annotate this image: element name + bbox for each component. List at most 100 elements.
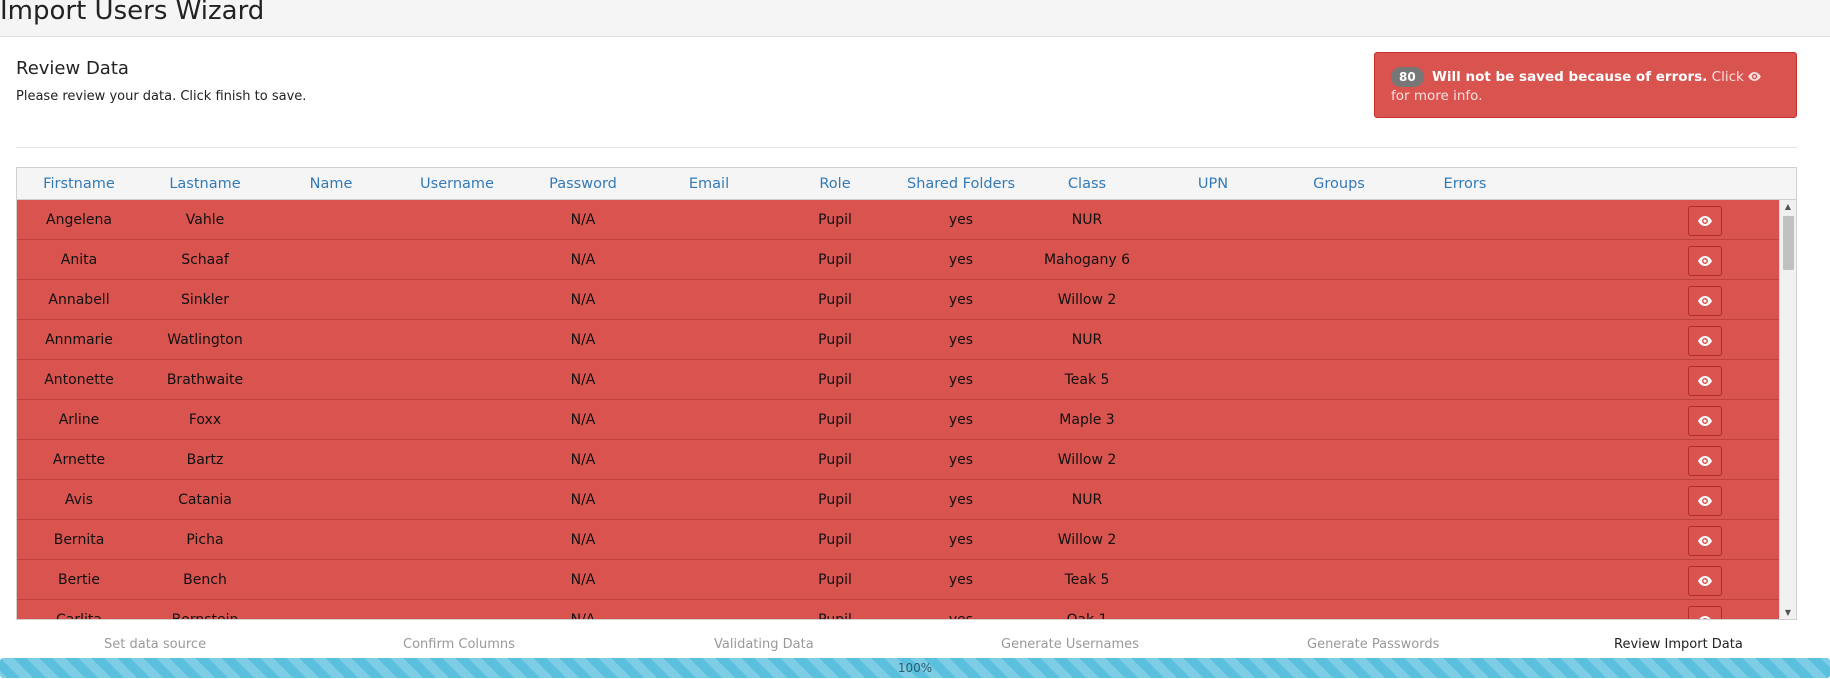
cell-firstname: Avis	[64, 492, 94, 508]
scroll-down-arrow-icon[interactable]: ▼	[1783, 608, 1793, 618]
cell-email	[646, 560, 772, 600]
column-header-class[interactable]: Class	[1024, 168, 1150, 200]
cell-class: NUR	[1071, 212, 1103, 228]
view-errors-button[interactable]	[1688, 366, 1722, 396]
column-header-email[interactable]: Email	[646, 168, 772, 200]
cell-class: Willow 2	[1057, 292, 1117, 308]
eye-icon	[1698, 296, 1712, 306]
cell-class: Willow 2	[1057, 452, 1117, 468]
wizard-step: Review Import Data	[1614, 637, 1743, 652]
table-row: Anita Schaaf N/A Pupil yes Mahogany 6	[17, 240, 1779, 280]
cell-username	[394, 280, 520, 320]
view-errors-button[interactable]	[1688, 486, 1722, 516]
cell-firstname: Annmarie	[45, 332, 113, 348]
cell-lastname: Schaaf	[181, 252, 229, 268]
cell-email	[646, 320, 772, 360]
cell-name	[268, 520, 394, 560]
table-row: Avis Catania N/A Pupil yes NUR	[17, 480, 1779, 520]
title-bar: Import Users Wizard	[0, 0, 1830, 37]
cell-class: Mahogany 6	[1043, 252, 1131, 268]
error-hint-suffix: for more info.	[1391, 88, 1483, 104]
view-errors-button[interactable]	[1688, 206, 1722, 236]
cell-firstname: Arnette	[52, 452, 106, 468]
view-errors-button[interactable]	[1688, 446, 1722, 476]
cell-role: Pupil	[818, 452, 852, 468]
table-body[interactable]: Angelena Vahle N/A Pupil yes NUR Anita Schaaf N/…	[17, 200, 1779, 620]
cell-username	[394, 360, 520, 400]
cell-password: N/A	[570, 212, 596, 228]
scroll-thumb[interactable]	[1783, 216, 1794, 270]
view-errors-button[interactable]	[1688, 566, 1722, 596]
cell-upn	[1150, 200, 1276, 240]
view-errors-button[interactable]	[1688, 606, 1722, 619]
cell-role: Pupil	[818, 492, 852, 508]
column-header-shared-folders[interactable]: Shared Folders	[898, 168, 1024, 200]
cell-shared-folders: yes	[948, 412, 974, 428]
view-errors-button[interactable]	[1688, 286, 1722, 316]
table-row: Bertie Bench N/A Pupil yes Teak 5	[17, 560, 1779, 600]
cell-upn	[1150, 280, 1276, 320]
cell-upn	[1150, 560, 1276, 600]
column-header-firstname[interactable]: Firstname	[17, 168, 142, 200]
cell-password: N/A	[570, 612, 596, 620]
cell-name	[268, 440, 394, 480]
cell-username	[394, 440, 520, 480]
scroll-up-arrow-icon[interactable]: ▲	[1783, 202, 1793, 212]
cell-password: N/A	[570, 492, 596, 508]
error-count-badge: 80	[1391, 67, 1424, 87]
cell-lastname: Watlington	[167, 332, 243, 348]
cell-groups	[1276, 200, 1402, 240]
column-header-groups[interactable]: Groups	[1276, 168, 1402, 200]
cell-groups	[1276, 280, 1402, 320]
cell-role: Pupil	[818, 292, 852, 308]
view-errors-button[interactable]	[1688, 406, 1722, 436]
column-header-role[interactable]: Role	[772, 168, 898, 200]
column-header-username[interactable]: Username	[394, 168, 520, 200]
view-errors-button[interactable]	[1688, 526, 1722, 556]
cell-lastname: Foxx	[188, 412, 222, 428]
table-row: Arline Foxx N/A Pupil yes Maple 3	[17, 400, 1779, 440]
cell-groups	[1276, 440, 1402, 480]
eye-icon	[1698, 456, 1712, 466]
cell-firstname: Bertie	[58, 572, 100, 588]
cell-class: Oak 1	[1066, 612, 1108, 620]
cell-class: Teak 5	[1064, 572, 1110, 588]
cell-groups	[1276, 240, 1402, 280]
cell-groups	[1276, 520, 1402, 560]
cell-lastname: Brathwaite	[166, 372, 244, 388]
cell-password: N/A	[570, 332, 596, 348]
view-errors-button[interactable]	[1688, 246, 1722, 276]
eye-icon	[1698, 256, 1712, 266]
section-title: Review Data	[16, 58, 129, 79]
cell-username	[394, 600, 520, 619]
cell-lastname: Bench	[183, 572, 227, 588]
table-row: Arnette Bartz N/A Pupil yes Willow 2	[17, 440, 1779, 480]
wizard-steps: Set data source Confirm Columns Validating…	[0, 637, 1830, 655]
cell-firstname: Anita	[60, 252, 98, 268]
progress-bar: 100%	[0, 658, 1830, 678]
column-header-name[interactable]: Name	[268, 168, 394, 200]
cell-shared-folders: yes	[948, 532, 974, 548]
table-row: Annmarie Watlington N/A Pupil yes NUR	[17, 320, 1779, 360]
wizard-step: Generate Usernames	[1001, 637, 1139, 652]
cell-groups	[1276, 560, 1402, 600]
cell-password: N/A	[570, 292, 596, 308]
column-header-upn[interactable]: UPN	[1150, 168, 1276, 200]
cell-lastname: Picha	[186, 532, 224, 548]
view-errors-button[interactable]	[1688, 326, 1722, 356]
cell-groups	[1276, 600, 1402, 619]
cell-shared-folders: yes	[948, 292, 974, 308]
column-header-errors[interactable]: Errors	[1402, 168, 1528, 200]
error-alert: 80 Will not be saved because of errors. …	[1374, 52, 1797, 118]
column-header-lastname[interactable]: Lastname	[142, 168, 268, 200]
cell-groups	[1276, 360, 1402, 400]
cell-email	[646, 400, 772, 440]
column-header-password[interactable]: Password	[520, 168, 646, 200]
cell-password: N/A	[570, 572, 596, 588]
cell-username	[394, 480, 520, 520]
table-row: Bernita Picha N/A Pupil yes Willow 2	[17, 520, 1779, 560]
divider	[16, 147, 1797, 148]
cell-username	[394, 200, 520, 240]
cell-firstname: Arline	[58, 412, 100, 428]
vertical-scrollbar[interactable]: ▲ ▼	[1779, 200, 1796, 619]
